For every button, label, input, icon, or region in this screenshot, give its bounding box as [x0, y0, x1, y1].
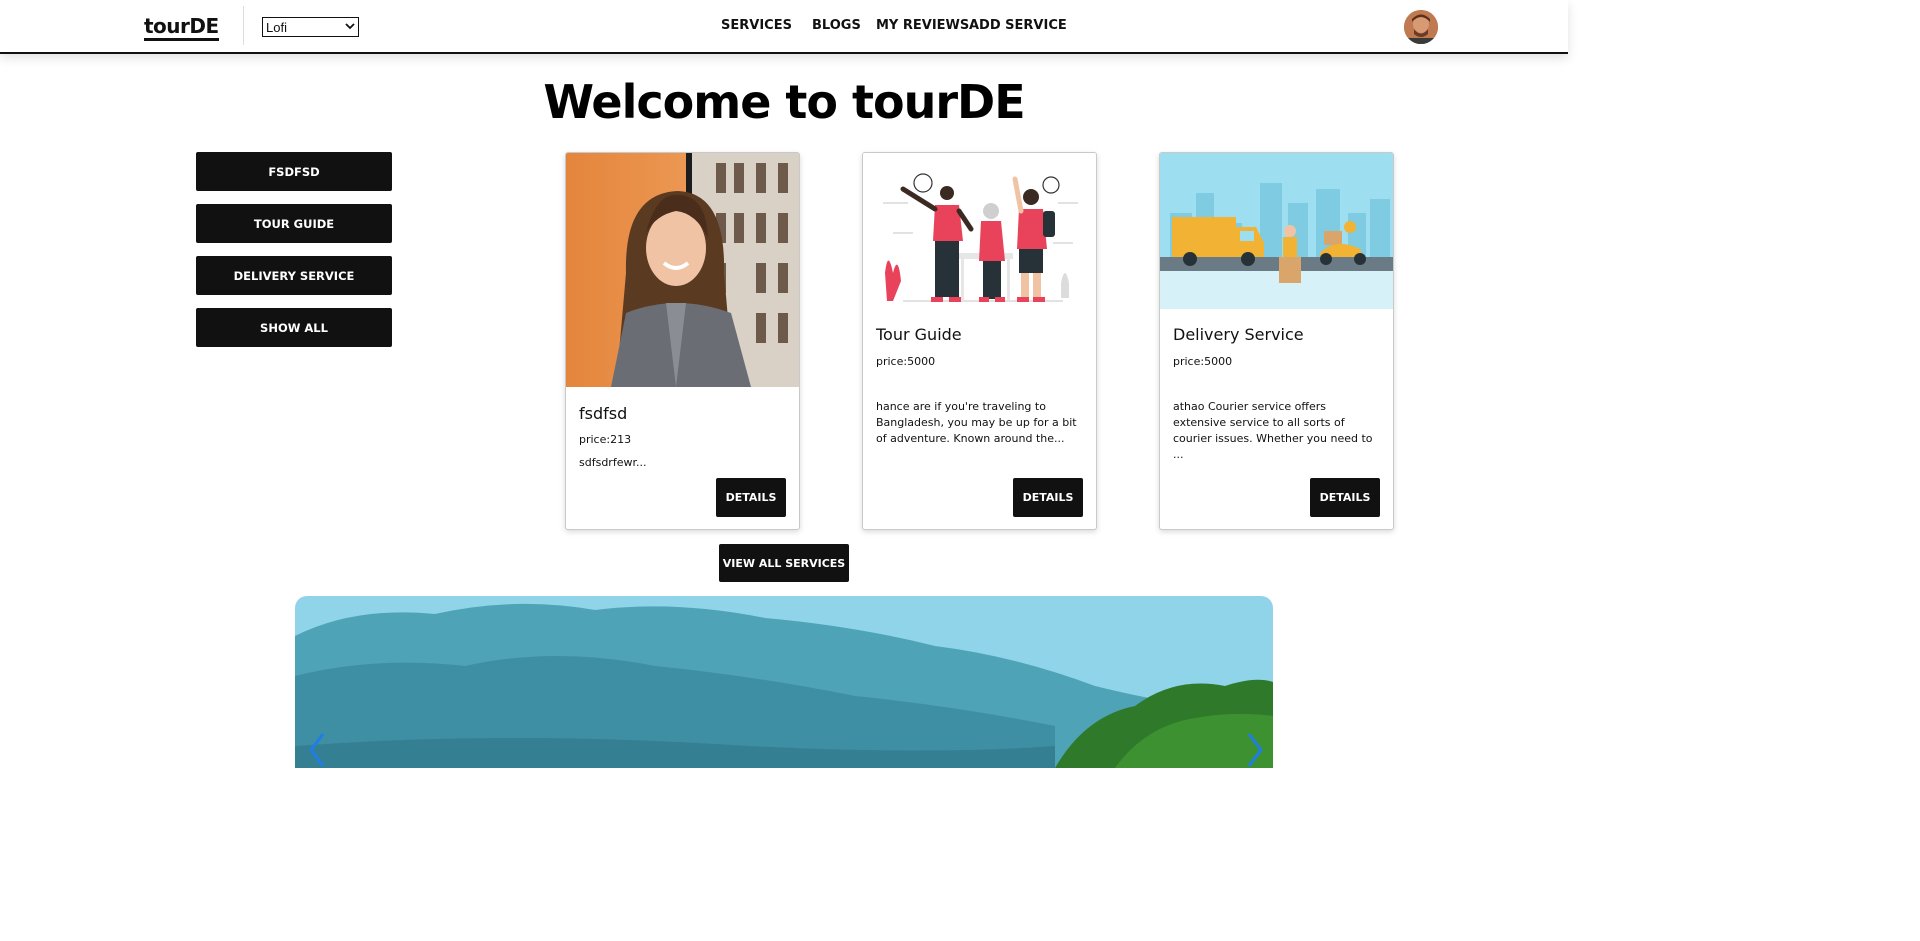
service-card-fsdfsd: fsdfsd price:213 sdfsdrfewr... DETAILS [565, 152, 800, 530]
service-card-delivery-service: Delivery Service price:5000 athao Courie… [1159, 152, 1394, 530]
filter-fsdfsd-button[interactable]: FSDFSD [196, 152, 392, 191]
theme-select-value: Lofi [266, 19, 287, 35]
card-description: athao Courier service offers extensive s… [1173, 400, 1373, 461]
chevron-left-icon[interactable] [305, 732, 329, 768]
top-navbar: tourDE Lofi SERVICES BLOGS MY REVIEWS AD… [0, 0, 1568, 54]
theme-select[interactable]: Lofi [262, 17, 359, 37]
card-description: sdfsdrfewr... [579, 456, 647, 469]
details-button[interactable]: DETAILS [1310, 478, 1380, 517]
filter-show-all-button[interactable]: SHOW ALL [196, 308, 392, 347]
filter-tour-guide-button[interactable]: TOUR GUIDE [196, 204, 392, 243]
card-image-woman-portrait [566, 153, 799, 387]
card-image-delivery-illustration [1160, 153, 1393, 309]
nav-add-service-link[interactable]: ADD SERVICE [969, 18, 1067, 34]
details-button[interactable]: DETAILS [1013, 478, 1083, 517]
card-image-tour-guide-illustration [863, 153, 1096, 315]
nav-services-link[interactable]: SERVICES [721, 18, 792, 34]
filter-delivery-service-button[interactable]: DELIVERY SERVICE [196, 256, 392, 295]
nav-my-reviews-link[interactable]: MY REVIEWS [876, 18, 969, 34]
card-price: price:5000 [876, 355, 936, 368]
card-description: hance are if you're traveling to Banglad… [876, 400, 1077, 445]
carousel-slide-image-hills [295, 596, 1273, 768]
card-title: Delivery Service [1173, 325, 1304, 344]
user-avatar[interactable] [1404, 10, 1438, 44]
nav-divider [243, 6, 244, 45]
details-button[interactable]: DETAILS [716, 478, 786, 517]
card-title: fsdfsd [579, 404, 628, 423]
card-price: price:213 [579, 433, 632, 446]
card-title: Tour Guide [876, 325, 962, 344]
chevron-down-icon [345, 22, 355, 32]
view-all-services-button[interactable]: VIEW ALL SERVICES [719, 544, 849, 582]
chevron-right-icon[interactable] [1243, 732, 1267, 768]
page-title: Welcome to tourDE [543, 75, 1025, 129]
card-price: price:5000 [1173, 355, 1233, 368]
service-card-tour-guide: Tour Guide price:5000 hance are if you'r… [862, 152, 1097, 530]
nav-blogs-link[interactable]: BLOGS [812, 18, 861, 34]
hero-carousel [295, 596, 1273, 768]
brand-logo-link[interactable]: tourDE [144, 15, 219, 41]
